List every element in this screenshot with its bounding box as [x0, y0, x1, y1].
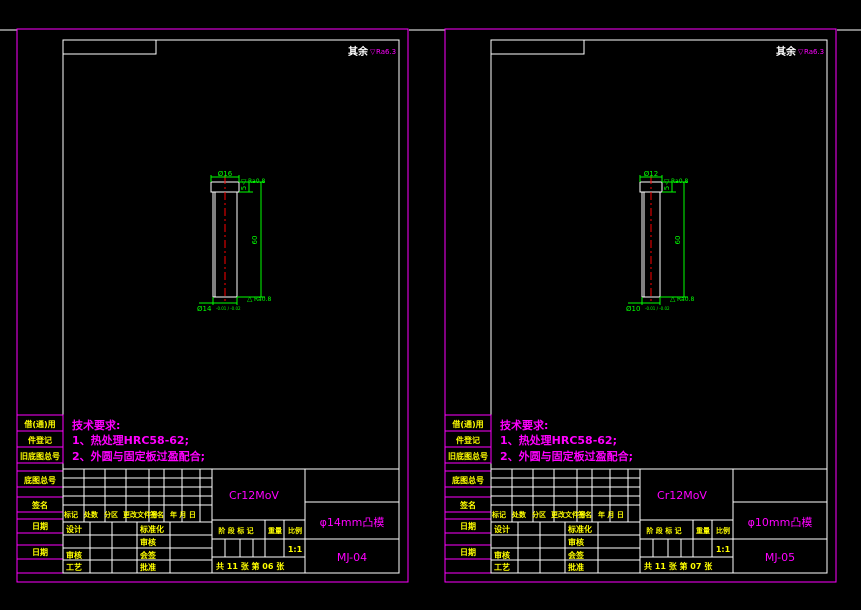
scale-value: 1:1: [716, 545, 731, 554]
drawing-number: MJ-04: [337, 551, 367, 564]
rev-header: 处数: [511, 510, 527, 519]
rev-header: 标记: [63, 510, 78, 519]
rough-bottom-icon: △: [670, 295, 676, 303]
tech-req-1: 1、热处理HRC58-62;: [72, 433, 189, 447]
rough-note-label: 其余: [776, 45, 797, 58]
tech-title: 技术要求:: [500, 418, 548, 432]
rev-header: 签名: [149, 510, 164, 519]
dim-height: 60: [674, 236, 682, 245]
rev-header: 分区: [532, 510, 546, 519]
sign-label-left: 审核: [494, 550, 510, 560]
side-label: 日期: [460, 547, 476, 557]
dim-dia-top: Ø16: [218, 170, 233, 178]
tech-req-2: 2、外圆与固定板过盈配合;: [72, 449, 205, 463]
rev-header: 年 月 日: [170, 510, 196, 519]
part-name: φ14mm凸模: [320, 516, 385, 529]
side-label: 借(通)用: [451, 419, 483, 429]
dim-head: 5: [240, 186, 248, 190]
rev-header: 分区: [104, 510, 118, 519]
side-cell: [16, 532, 64, 546]
rev-header: 签名: [577, 510, 592, 519]
side-label: 日期: [32, 521, 48, 531]
material: Cr12MoV: [229, 489, 279, 502]
sign-label-left: 设计: [66, 524, 82, 534]
rough-top-icon: ▽: [664, 178, 670, 186]
sign-label-right: 标准化: [567, 524, 592, 534]
sheet-info: 共 11 张 第 06 张: [216, 561, 285, 571]
rough-top: Ra0.8: [671, 178, 688, 185]
side-label: 旧底图总号: [448, 451, 488, 461]
side-label: 底图总号: [23, 475, 56, 485]
dim-tolerance: -0.01 / -0.02: [645, 306, 670, 311]
weight-header: 重量: [268, 526, 282, 535]
sign-label-left: 设计: [494, 524, 510, 534]
scale-header: 比例: [288, 526, 302, 535]
side-label: 日期: [460, 521, 476, 531]
rev-header: 年 月 日: [598, 510, 624, 519]
rev-header: 标记: [491, 510, 506, 519]
code-box: [62, 39, 157, 55]
rough-bottom-icon: △: [247, 295, 253, 303]
scale-value: 1:1: [288, 545, 303, 554]
material: Cr12MoV: [657, 489, 707, 502]
sign-label-right: 会签: [568, 550, 585, 560]
dim-dia-bottom: Ø10: [626, 305, 640, 313]
sheet-left: 其余 ▽ Ra6.3Ø16605▽ Ra0.8△ Ra0.8Ø14 -0.01 / -0.…: [16, 28, 409, 583]
sign-label-left: 工艺: [66, 562, 82, 572]
side-cell: [444, 532, 492, 546]
dim-tolerance: -0.01 / -0.02: [216, 306, 241, 311]
sign-label-right: 批准: [140, 562, 156, 572]
sheet-right: 其余 ▽ Ra6.3Ø12605▽ Ra0.8△ Ra0.8Ø10 -0.01 / -0.…: [444, 28, 837, 583]
side-label: 底图总号: [451, 475, 484, 485]
dim-dia-top: Ø12: [644, 170, 658, 178]
side-cell: [16, 511, 64, 520]
part-name: φ10mm凸模: [748, 516, 813, 529]
rough-note-value: Ra6.3: [804, 48, 824, 56]
dim-head: 5: [663, 186, 671, 190]
rough-top-icon: ▽: [241, 178, 247, 186]
side-label: 借(通)用: [23, 419, 55, 429]
sign-label-right: 标准化: [139, 524, 164, 534]
drawing-number: MJ-05: [765, 551, 795, 564]
side-cell: [444, 486, 492, 498]
side-label: 签名: [31, 500, 48, 510]
tech-req-2: 2、外圆与固定板过盈配合;: [500, 449, 633, 463]
side-label: 件登记: [28, 435, 52, 445]
side-label: 件登记: [456, 435, 480, 445]
drawing-canvas: 其余 ▽ Ra6.3Ø16605▽ Ra0.8△ Ra0.8Ø14 -0.01 / -0.…: [0, 28, 861, 583]
side-cell: [16, 486, 64, 498]
tech-title: 技术要求:: [72, 418, 120, 432]
stage-header: 阶 段 标 记: [646, 526, 681, 535]
sign-label-left: 审核: [66, 550, 82, 560]
sign-label-right: 批准: [568, 562, 584, 572]
side-label: 旧底图总号: [20, 451, 60, 461]
side-cell: [16, 558, 64, 574]
rough-note-value: Ra6.3: [376, 48, 396, 56]
rough-bottom: Ra0.8: [677, 296, 694, 303]
side-cell: [444, 511, 492, 520]
weight-header: 重量: [696, 526, 710, 535]
sign-label-right: 审核: [568, 537, 584, 547]
rough-bottom: Ra0.8: [254, 296, 271, 303]
side-cell: [444, 558, 492, 574]
scale-header: 比例: [716, 526, 730, 535]
dim-dia-bottom: Ø14: [197, 305, 212, 313]
sign-label-right: 审核: [140, 537, 156, 547]
rev-header: 处数: [83, 510, 99, 519]
sheet-info: 共 11 张 第 07 张: [644, 561, 713, 571]
side-label: 签名: [459, 500, 476, 510]
dim-height: 60: [251, 236, 259, 245]
rough-note-label: 其余: [348, 45, 369, 58]
stage-header: 阶 段 标 记: [218, 526, 253, 535]
rough-top: Ra0.8: [248, 178, 265, 185]
side-label: 日期: [32, 547, 48, 557]
sign-label-left: 工艺: [494, 562, 510, 572]
code-box: [490, 39, 585, 55]
tech-req-1: 1、热处理HRC58-62;: [500, 433, 617, 447]
sign-label-right: 会签: [140, 550, 157, 560]
